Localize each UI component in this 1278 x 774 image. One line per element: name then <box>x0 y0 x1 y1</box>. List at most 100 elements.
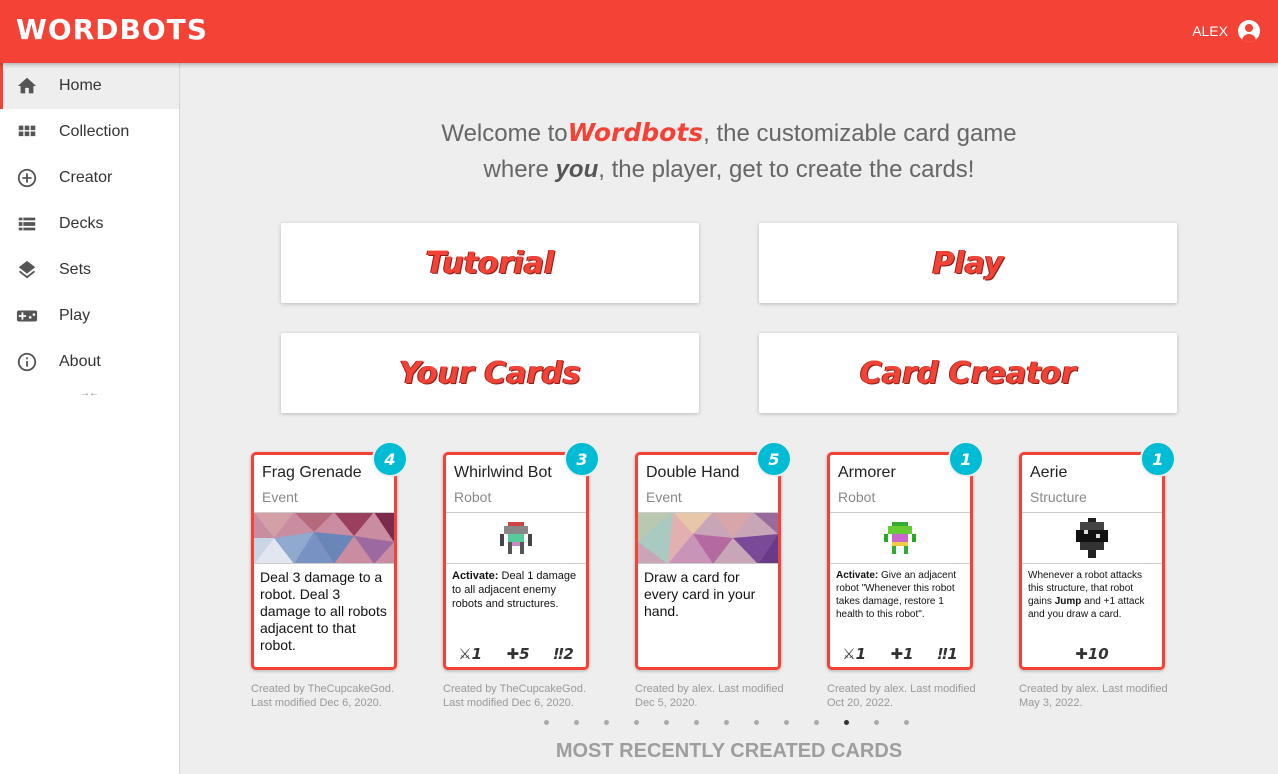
sidebar-item-label: Home <box>59 77 102 94</box>
main-content: Welcome toWordbots, the customizable car… <box>180 63 1278 774</box>
collapse-sidebar-button[interactable]: →← <box>80 388 99 399</box>
sidebar-item-play[interactable]: Play <box>0 293 179 339</box>
carousel-dot[interactable] <box>604 720 609 725</box>
carousel-dot[interactable] <box>694 720 699 725</box>
card-type: Robot <box>454 489 492 505</box>
card-cost-badge: 4 <box>372 441 408 477</box>
home-icon <box>16 75 38 97</box>
your-cards-label: Your Cards <box>399 355 581 391</box>
welcome-line2-prefix: where <box>483 156 556 183</box>
health-stat: ✚1 <box>890 645 914 663</box>
card-name: Frag Grenade <box>262 464 362 481</box>
sidebar-item-about[interactable]: About <box>0 339 179 385</box>
sidebar-item-label: Sets <box>59 261 92 278</box>
card-frag-grenade[interactable]: Frag Grenade Event Deal 3 damage to a ro… <box>251 441 408 670</box>
card-whirlwind-bot[interactable]: Whirlwind Bot Robot Activate: Deal 1 dam… <box>443 441 600 670</box>
credit-line: Created by alex. Last modified <box>1019 683 1168 695</box>
speed-value: 1 <box>947 645 958 663</box>
keyword: Activate: <box>452 570 499 582</box>
carousel-dot[interactable] <box>664 720 669 725</box>
card-name: Armorer <box>838 464 896 481</box>
credit-line: Created by TheCupcakeGod. <box>443 683 586 695</box>
tutorial-button[interactable]: Tutorial <box>281 223 699 303</box>
play-button[interactable]: Play <box>759 223 1177 303</box>
welcome-line-2: where you, the player, get to create the… <box>180 152 1278 188</box>
carousel-dot[interactable] <box>574 720 579 725</box>
carousel-dot[interactable] <box>754 720 759 725</box>
card-credit: Created by alex. Last modified Oct 20, 2… <box>827 682 987 710</box>
attack-stat: ⚔1 <box>458 645 483 663</box>
card-cost-badge: 1 <box>1140 441 1176 477</box>
speed-stat: ‼1 <box>937 645 958 663</box>
card-art <box>254 512 394 564</box>
robot-sprite <box>500 522 532 554</box>
card-aerie[interactable]: Aerie Structure Whenever a robot attacks… <box>1019 441 1176 670</box>
card-creator-button[interactable]: Card Creator <box>759 333 1177 413</box>
card-art <box>638 512 778 564</box>
brand-name: Wordbots <box>567 118 704 147</box>
carousel-dot[interactable] <box>544 720 549 725</box>
credit-line: Oct 20, 2022. <box>827 697 894 709</box>
health-stat: ✚5 <box>506 645 530 663</box>
card-text: Activate: Give an adjacent robot "Whenev… <box>836 569 966 621</box>
card-type: Event <box>646 489 682 505</box>
card-text: Draw a card for every card in your hand. <box>644 569 756 619</box>
carousel-dot[interactable] <box>814 720 819 725</box>
sidebar-item-creator[interactable]: Creator <box>0 155 179 201</box>
sidebar-item-label: Play <box>59 307 91 324</box>
welcome-prefix: Welcome to <box>441 120 568 147</box>
sidebar-item-sets[interactable]: Sets <box>0 247 179 293</box>
tutorial-label: Tutorial <box>425 245 555 281</box>
health-value: 1 <box>903 645 914 663</box>
card-name: Aerie <box>1030 464 1068 481</box>
card-armorer[interactable]: Armorer Robot Activate: Give an adjacent… <box>827 441 984 670</box>
credit-line: Dec 5, 2020. <box>635 697 698 709</box>
app-bar: WORDBOTS ALEX <box>0 0 1278 63</box>
welcome-text: Welcome toWordbots, the customizable car… <box>180 115 1278 188</box>
card-stats: ⚔1 ✚5 ‼2 <box>446 645 586 663</box>
carousel-dot[interactable] <box>724 720 729 725</box>
account-circle-icon[interactable] <box>1238 20 1260 42</box>
welcome-suffix: , the customizable card game <box>703 120 1017 147</box>
carousel-dot-active[interactable] <box>844 720 849 725</box>
credit-line: Created by TheCupcakeGod. <box>251 683 394 695</box>
speed-stat: ‼2 <box>553 645 574 663</box>
card-art <box>1022 512 1162 564</box>
card-type: Event <box>262 489 298 505</box>
card-credit: Created by alex. Last modified Dec 5, 20… <box>635 682 795 710</box>
card-stats: ✚10 <box>1022 645 1162 663</box>
card-type: Structure <box>1030 489 1087 505</box>
card-name: Whirlwind Bot <box>454 464 552 481</box>
carousel-dot[interactable] <box>874 720 879 725</box>
carousel-dot[interactable] <box>904 720 909 725</box>
app-logo[interactable]: WORDBOTS <box>16 13 208 46</box>
attack-stat: ⚔1 <box>842 645 867 663</box>
polygon-art <box>254 513 394 563</box>
user-menu[interactable]: ALEX <box>1192 20 1260 42</box>
sidebar: Home Collection Creator Decks Sets Play … <box>0 63 180 774</box>
card-art <box>830 512 970 564</box>
carousel-dot[interactable] <box>634 720 639 725</box>
sidebar-item-label: Collection <box>59 123 130 140</box>
grid-icon <box>16 121 38 143</box>
username[interactable]: ALEX <box>1192 23 1228 39</box>
sidebar-item-home[interactable]: Home <box>0 63 179 109</box>
list-icon <box>16 213 38 235</box>
credit-line: Created by alex. Last modified <box>635 683 784 695</box>
card-stats: ⚔1 ✚1 ‼1 <box>830 645 970 663</box>
sidebar-item-decks[interactable]: Decks <box>0 201 179 247</box>
your-cards-button[interactable]: Your Cards <box>281 333 699 413</box>
welcome-line2-suffix: , the player, get to create the cards! <box>598 156 975 183</box>
card-double-hand[interactable]: Double Hand Event Draw a card for every … <box>635 441 792 670</box>
sidebar-item-collection[interactable]: Collection <box>0 109 179 155</box>
credit-line: Last modified Dec 6, 2020. <box>251 697 382 709</box>
carousel-dot[interactable] <box>784 720 789 725</box>
health-stat: ✚10 <box>1075 645 1109 663</box>
speed-value: 2 <box>563 645 574 663</box>
welcome-line-1: Welcome toWordbots, the customizable car… <box>180 115 1278 152</box>
card-credit: Created by TheCupcakeGod. Last modified … <box>443 682 603 710</box>
structure-sprite <box>1076 518 1108 558</box>
health-value: 5 <box>519 645 530 663</box>
sidebar-item-label: About <box>59 353 101 370</box>
welcome-emphasis: you <box>555 156 599 183</box>
